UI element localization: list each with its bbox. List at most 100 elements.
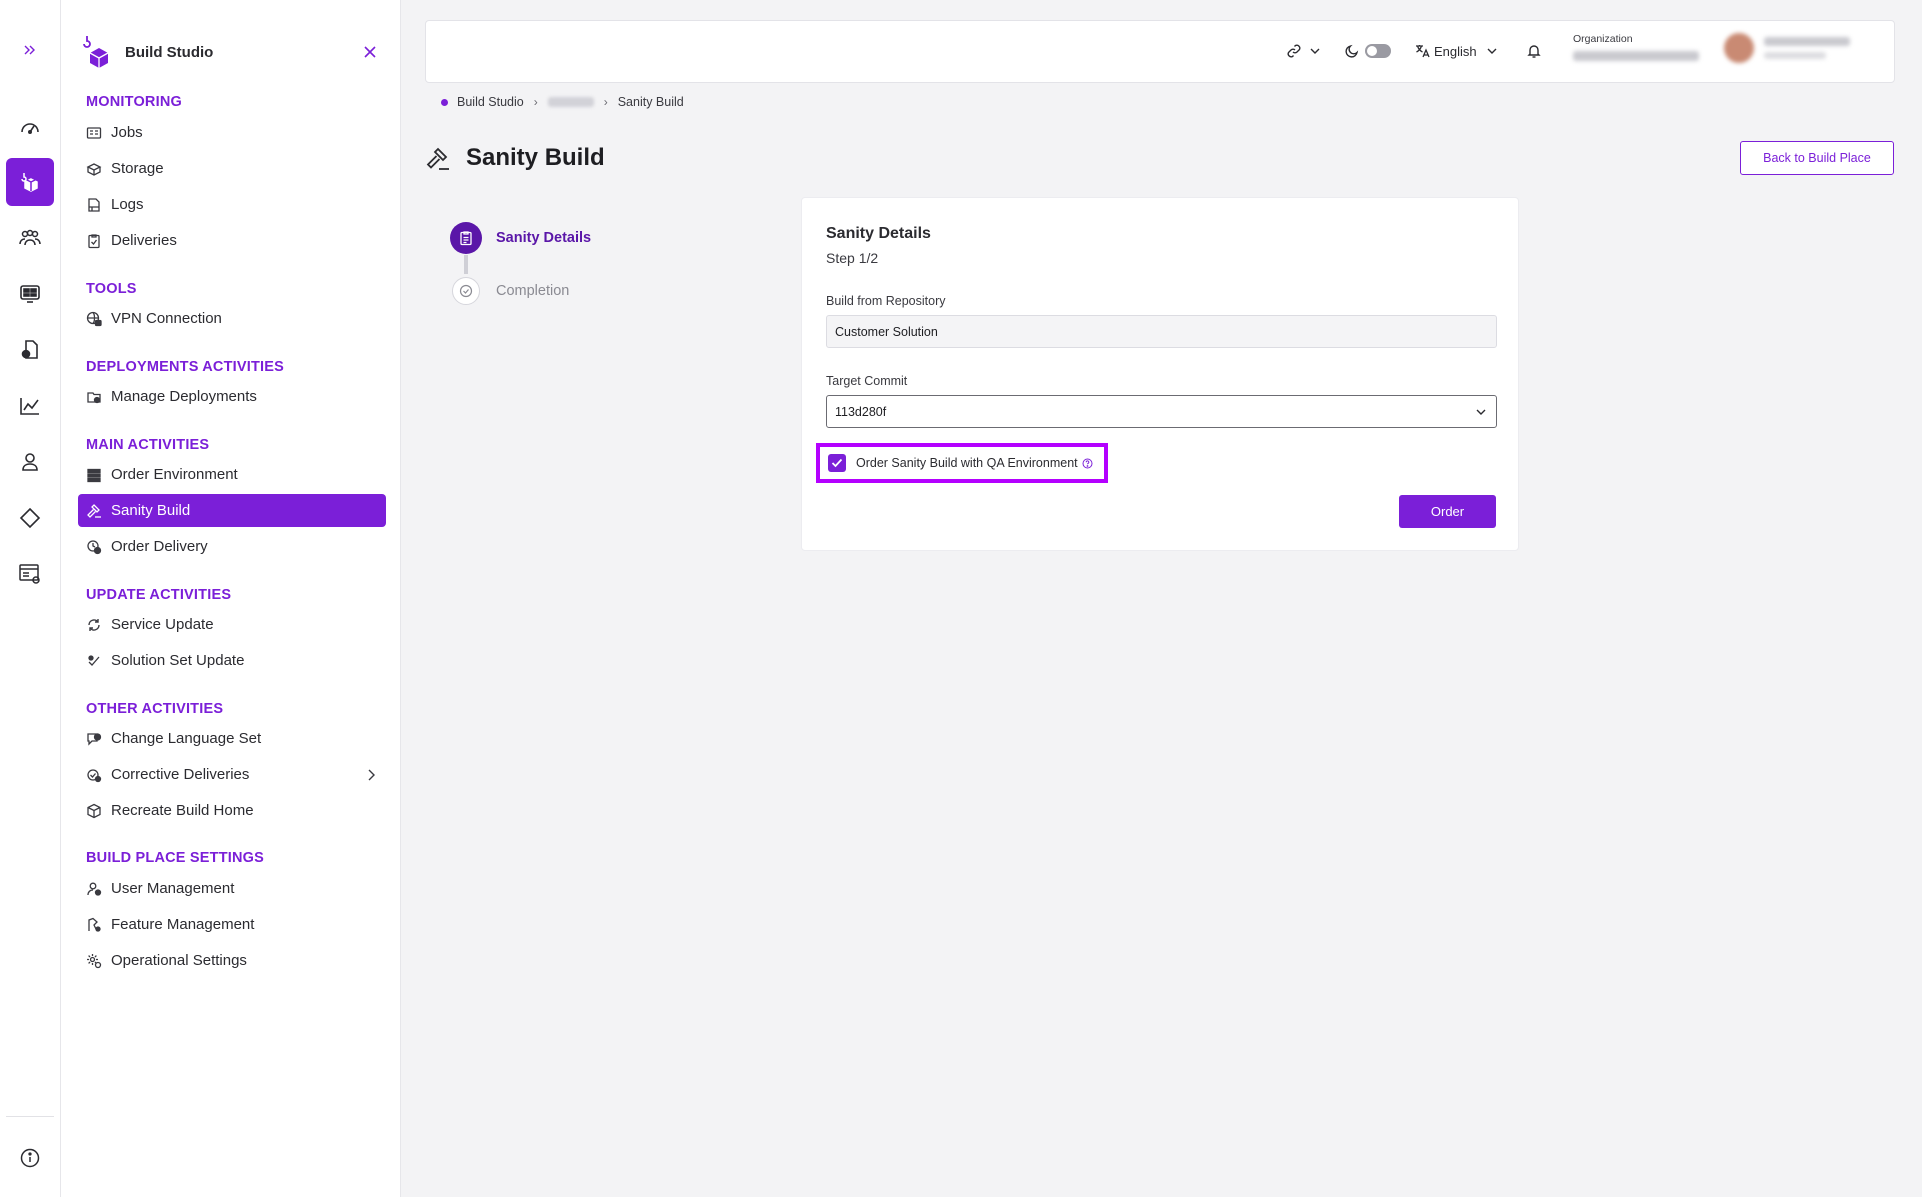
gear-icon: [86, 953, 102, 969]
step-sanity-details[interactable]: Sanity Details: [450, 222, 591, 254]
user-name: [1764, 37, 1850, 46]
chevron-down-icon: [1310, 47, 1320, 55]
sidebar-item-jobs[interactable]: Jobs: [78, 116, 386, 149]
gavel-icon: [425, 146, 451, 172]
sidebar-item-change-language-set[interactable]: Change Language Set: [78, 722, 386, 755]
sidebar-item-storage[interactable]: Storage: [78, 152, 386, 185]
dashboard-icon[interactable]: [6, 103, 54, 151]
back-to-build-place-button[interactable]: Back to Build Place: [1740, 141, 1894, 175]
sidebar-item-corrective-deliveries[interactable]: Corrective Deliveries: [78, 758, 386, 791]
section-main-activities: MAIN ACTIVITIES: [86, 437, 210, 453]
commit-value: 113d280f: [835, 404, 887, 419]
section-other-activities: OTHER ACTIVITIES: [86, 701, 224, 717]
repo-field[interactable]: Customer Solution: [826, 315, 1497, 348]
sidebar-item-service-update[interactable]: Service Update: [78, 608, 386, 641]
sidebar-item-order-environment[interactable]: Order Environment: [78, 458, 386, 491]
sidebar-item-solution-set-update[interactable]: Solution Set Update: [78, 644, 386, 677]
step-connector: [464, 255, 468, 274]
chevron-down-icon: [1476, 408, 1486, 416]
files-icon[interactable]: [6, 326, 54, 374]
qa-environment-label[interactable]: Order Sanity Build with QA Environment: [856, 456, 1078, 470]
feature-icon: [86, 917, 102, 933]
section-build-place-settings: BUILD PLACE SETTINGS: [86, 850, 265, 866]
link-icon: [1286, 43, 1302, 59]
sidebar-item-label: Jobs: [111, 124, 143, 141]
sidebar-item-operational-settings[interactable]: Operational Settings: [78, 944, 386, 977]
close-icon[interactable]: [358, 40, 382, 64]
sidebar-header: Build Studio: [79, 34, 382, 70]
info-icon[interactable]: [6, 1134, 54, 1182]
section-monitoring: MONITORING: [86, 94, 182, 110]
step-label: Sanity Details: [496, 230, 592, 246]
sidebar-item-sanity-build[interactable]: Sanity Build: [78, 494, 386, 527]
section-tools: TOOLS: [86, 281, 137, 297]
monitor-icon[interactable]: [6, 270, 54, 318]
avatar: [1724, 33, 1754, 63]
sidebar-item-recreate-build-home[interactable]: Recreate Build Home: [78, 794, 386, 827]
check-circle-icon: [452, 277, 480, 305]
breadcrumb-build-place[interactable]: [547, 97, 594, 107]
teams-icon[interactable]: [6, 214, 54, 262]
breadcrumb-root[interactable]: Build Studio: [457, 95, 524, 109]
rail-divider: [6, 1116, 54, 1117]
analytics-icon[interactable]: [6, 382, 54, 430]
sidebar-item-deliveries[interactable]: Deliveries: [78, 224, 386, 257]
build-studio-icon[interactable]: [6, 158, 54, 206]
theme-switch[interactable]: [1345, 44, 1391, 58]
theme-toggle[interactable]: [1365, 44, 1391, 58]
sidebar-item-manage-deployments[interactable]: Manage Deployments: [78, 380, 386, 413]
language-selector[interactable]: English: [1414, 43, 1497, 59]
user-details: [1764, 37, 1850, 59]
sidebar: Build Studio MONITORING Jobs Storage Log…: [61, 0, 401, 1197]
organization-label: Organization: [1573, 33, 1633, 45]
build-studio-logo: [79, 34, 113, 70]
sidebar-item-label: Deliveries: [111, 232, 177, 249]
breadcrumb-dot: [441, 98, 448, 106]
jobs-icon: [86, 125, 102, 141]
order-button[interactable]: Order: [1399, 495, 1496, 528]
clipboard-icon: [450, 222, 482, 254]
diamond-icon[interactable]: [6, 494, 54, 542]
sidebar-item-label: Order Delivery: [111, 538, 208, 555]
sidebar-item-feature-management[interactable]: Feature Management: [78, 908, 386, 941]
sidebar-item-label: Storage: [111, 160, 164, 177]
sidebar-item-label: Sanity Build: [111, 502, 191, 519]
organization-selector[interactable]: Organization: [1573, 33, 1699, 61]
section-deployments-activities: DEPLOYMENTS ACTIVITIES: [86, 359, 285, 375]
box-icon: [86, 803, 102, 819]
delivery-icon: [86, 539, 102, 555]
organization-name: [1573, 51, 1699, 61]
user-icon[interactable]: [6, 438, 54, 486]
link-menu[interactable]: [1286, 43, 1320, 59]
sidebar-item-user-management[interactable]: User Management: [78, 872, 386, 905]
expand-icon[interactable]: [6, 26, 54, 74]
qa-environment-option: Order Sanity Build with QA Environment: [816, 443, 1108, 483]
commit-select[interactable]: 113d280f: [826, 395, 1497, 428]
repo-value: Customer Solution: [835, 324, 938, 339]
qa-environment-checkbox[interactable]: [828, 454, 846, 472]
commit-label: Target Commit: [826, 374, 908, 388]
settings-list-icon[interactable]: [6, 550, 54, 598]
sidebar-item-logs[interactable]: Logs: [78, 188, 386, 221]
chevron-right-icon[interactable]: [366, 768, 376, 782]
translate-icon: [1414, 43, 1430, 59]
environment-icon: [86, 467, 102, 483]
sidebar-item-label: Change Language Set: [111, 730, 262, 747]
bell-icon[interactable]: [1526, 43, 1542, 59]
sidebar-item-vpn-connection[interactable]: VPN Connection: [78, 302, 386, 335]
logs-icon: [86, 197, 102, 213]
user-profile[interactable]: [1724, 33, 1850, 63]
step-completion[interactable]: Completion: [450, 277, 569, 305]
refresh-icon: [86, 617, 102, 633]
sidebar-item-label: Order Environment: [111, 466, 238, 483]
user-management-icon: [86, 881, 102, 897]
user-role: [1764, 52, 1826, 59]
card-title: Sanity Details: [826, 225, 931, 242]
breadcrumb: Build Studio › › Sanity Build: [441, 93, 684, 111]
moon-icon: [1345, 44, 1359, 58]
sidebar-title: Build Studio: [125, 43, 214, 61]
chevron-right-icon: ›: [533, 95, 538, 109]
help-icon[interactable]: [1082, 458, 1093, 469]
sidebar-item-order-delivery[interactable]: Order Delivery: [78, 530, 386, 563]
language-label: English: [1434, 43, 1477, 59]
